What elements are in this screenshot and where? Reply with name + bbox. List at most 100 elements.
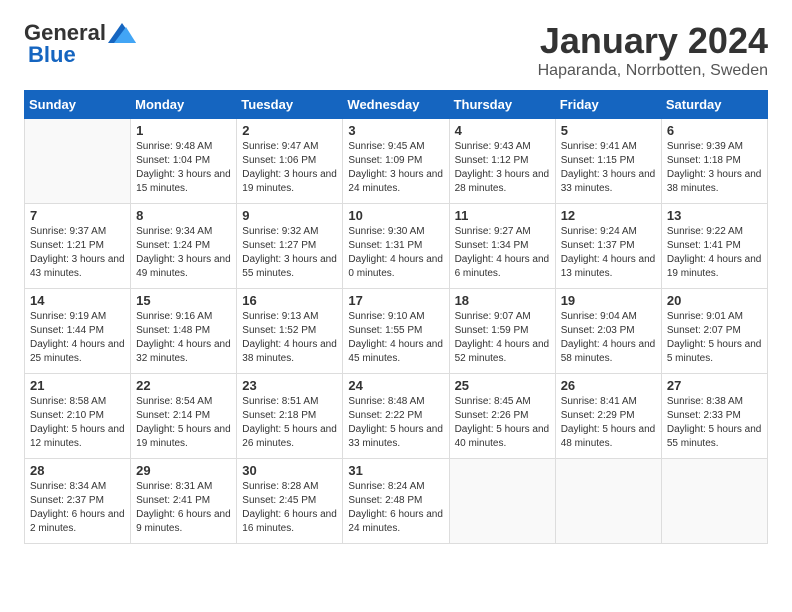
day-info: Sunrise: 9:37 AMSunset: 1:21 PMDaylight:… bbox=[30, 225, 125, 281]
day-info: Sunrise: 9:24 AMSunset: 1:37 PMDaylight:… bbox=[561, 225, 656, 281]
day-number: 10 bbox=[348, 208, 443, 223]
day-info: Sunrise: 8:28 AMSunset: 2:45 PMDaylight:… bbox=[242, 480, 337, 536]
calendar-cell: 15 Sunrise: 9:16 AMSunset: 1:48 PMDayligh… bbox=[131, 289, 237, 374]
calendar-week-row: 1 Sunrise: 9:48 AMSunset: 1:04 PMDaylight… bbox=[25, 119, 768, 204]
day-number: 29 bbox=[136, 463, 231, 478]
day-number: 17 bbox=[348, 293, 443, 308]
calendar-cell: 14 Sunrise: 9:19 AMSunset: 1:44 PMDayligh… bbox=[25, 289, 131, 374]
calendar-cell: 2 Sunrise: 9:47 AMSunset: 1:06 PMDaylight… bbox=[237, 119, 343, 204]
calendar-cell: 13 Sunrise: 9:22 AMSunset: 1:41 PMDayligh… bbox=[661, 204, 767, 289]
calendar-cell bbox=[449, 459, 555, 544]
header: General Blue January 2024 Haparanda, Nor… bbox=[24, 20, 768, 80]
day-info: Sunrise: 9:19 AMSunset: 1:44 PMDaylight:… bbox=[30, 310, 125, 366]
day-info: Sunrise: 9:04 AMSunset: 2:03 PMDaylight:… bbox=[561, 310, 656, 366]
title-area: January 2024 Haparanda, Norrbotten, Swed… bbox=[538, 20, 768, 80]
day-info: Sunrise: 9:34 AMSunset: 1:24 PMDaylight:… bbox=[136, 225, 231, 281]
calendar-cell: 18 Sunrise: 9:07 AMSunset: 1:59 PMDayligh… bbox=[449, 289, 555, 374]
day-info: Sunrise: 8:48 AMSunset: 2:22 PMDaylight:… bbox=[348, 395, 443, 451]
day-info: Sunrise: 9:48 AMSunset: 1:04 PMDaylight:… bbox=[136, 140, 231, 196]
calendar-cell: 23 Sunrise: 8:51 AMSunset: 2:18 PMDayligh… bbox=[237, 374, 343, 459]
calendar-cell bbox=[25, 119, 131, 204]
day-number: 27 bbox=[667, 378, 762, 393]
calendar-cell: 28Sunrise: 8:34 AMSunset: 2:37 PMDayligh… bbox=[25, 459, 131, 544]
day-number: 30 bbox=[242, 463, 337, 478]
day-number: 25 bbox=[455, 378, 550, 393]
day-info: Sunrise: 9:10 AMSunset: 1:55 PMDaylight:… bbox=[348, 310, 443, 366]
day-info: Sunrise: 8:41 AMSunset: 2:29 PMDaylight:… bbox=[561, 395, 656, 451]
day-info: Sunrise: 8:54 AMSunset: 2:14 PMDaylight:… bbox=[136, 395, 231, 451]
day-info: Sunrise: 8:34 AMSunset: 2:37 PMDaylight:… bbox=[30, 480, 125, 536]
calendar-cell: 20Sunrise: 9:01 AMSunset: 2:07 PMDayligh… bbox=[661, 289, 767, 374]
calendar-week-row: 28Sunrise: 8:34 AMSunset: 2:37 PMDayligh… bbox=[25, 459, 768, 544]
day-info: Sunrise: 9:41 AMSunset: 1:15 PMDaylight:… bbox=[561, 140, 656, 196]
location-title: Haparanda, Norrbotten, Sweden bbox=[538, 62, 768, 80]
day-info: Sunrise: 9:30 AMSunset: 1:31 PMDaylight:… bbox=[348, 225, 443, 281]
day-number: 19 bbox=[561, 293, 656, 308]
calendar-cell: 31 Sunrise: 8:24 AMSunset: 2:48 PMDayligh… bbox=[343, 459, 449, 544]
day-number: 12 bbox=[561, 208, 656, 223]
day-number: 9 bbox=[242, 208, 337, 223]
calendar-cell: 21 Sunrise: 8:58 AMSunset: 2:10 PMDayligh… bbox=[25, 374, 131, 459]
day-info: Sunrise: 9:32 AMSunset: 1:27 PMDaylight:… bbox=[242, 225, 337, 281]
calendar-cell bbox=[555, 459, 661, 544]
day-number: 2 bbox=[242, 123, 337, 138]
day-number: 14 bbox=[30, 293, 125, 308]
day-info: Sunrise: 9:16 AMSunset: 1:48 PMDaylight:… bbox=[136, 310, 231, 366]
day-info: Sunrise: 8:38 AMSunset: 2:33 PMDaylight:… bbox=[667, 395, 762, 451]
calendar-cell: 12 Sunrise: 9:24 AMSunset: 1:37 PMDayligh… bbox=[555, 204, 661, 289]
logo-blue-text: Blue bbox=[28, 42, 76, 68]
calendar-cell: 27 Sunrise: 8:38 AMSunset: 2:33 PMDayligh… bbox=[661, 374, 767, 459]
day-info: Sunrise: 9:07 AMSunset: 1:59 PMDaylight:… bbox=[455, 310, 550, 366]
calendar-cell: 5 Sunrise: 9:41 AMSunset: 1:15 PMDaylight… bbox=[555, 119, 661, 204]
day-number: 23 bbox=[242, 378, 337, 393]
calendar-cell: 10 Sunrise: 9:30 AMSunset: 1:31 PMDayligh… bbox=[343, 204, 449, 289]
weekday-header-row: SundayMondayTuesdayWednesdayThursdayFrid… bbox=[25, 91, 768, 119]
day-info: Sunrise: 8:58 AMSunset: 2:10 PMDaylight:… bbox=[30, 395, 125, 451]
day-info: Sunrise: 9:47 AMSunset: 1:06 PMDaylight:… bbox=[242, 140, 337, 196]
day-number: 21 bbox=[30, 378, 125, 393]
day-info: Sunrise: 9:22 AMSunset: 1:41 PMDaylight:… bbox=[667, 225, 762, 281]
calendar-cell: 16 Sunrise: 9:13 AMSunset: 1:52 PMDayligh… bbox=[237, 289, 343, 374]
day-number: 31 bbox=[348, 463, 443, 478]
weekday-header-sunday: Sunday bbox=[25, 91, 131, 119]
day-number: 16 bbox=[242, 293, 337, 308]
calendar-cell: 7Sunrise: 9:37 AMSunset: 1:21 PMDaylight… bbox=[25, 204, 131, 289]
calendar-cell: 26 Sunrise: 8:41 AMSunset: 2:29 PMDayligh… bbox=[555, 374, 661, 459]
calendar-cell: 17 Sunrise: 9:10 AMSunset: 1:55 PMDayligh… bbox=[343, 289, 449, 374]
calendar-cell: 22 Sunrise: 8:54 AMSunset: 2:14 PMDayligh… bbox=[131, 374, 237, 459]
day-number: 11 bbox=[455, 208, 550, 223]
calendar-cell: 29 Sunrise: 8:31 AMSunset: 2:41 PMDayligh… bbox=[131, 459, 237, 544]
calendar-cell bbox=[661, 459, 767, 544]
day-info: Sunrise: 9:01 AMSunset: 2:07 PMDaylight:… bbox=[667, 310, 762, 366]
day-number: 18 bbox=[455, 293, 550, 308]
day-info: Sunrise: 8:51 AMSunset: 2:18 PMDaylight:… bbox=[242, 395, 337, 451]
weekday-header-thursday: Thursday bbox=[449, 91, 555, 119]
day-info: Sunrise: 9:39 AMSunset: 1:18 PMDaylight:… bbox=[667, 140, 762, 196]
day-info: Sunrise: 9:13 AMSunset: 1:52 PMDaylight:… bbox=[242, 310, 337, 366]
logo: General Blue bbox=[24, 20, 136, 68]
day-number: 15 bbox=[136, 293, 231, 308]
calendar-cell: 30 Sunrise: 8:28 AMSunset: 2:45 PMDayligh… bbox=[237, 459, 343, 544]
calendar-cell: 3 Sunrise: 9:45 AMSunset: 1:09 PMDaylight… bbox=[343, 119, 449, 204]
day-info: Sunrise: 8:31 AMSunset: 2:41 PMDaylight:… bbox=[136, 480, 231, 536]
day-number: 5 bbox=[561, 123, 656, 138]
month-title: January 2024 bbox=[538, 20, 768, 62]
day-info: Sunrise: 9:27 AMSunset: 1:34 PMDaylight:… bbox=[455, 225, 550, 281]
day-info: Sunrise: 8:24 AMSunset: 2:48 PMDaylight:… bbox=[348, 480, 443, 536]
day-number: 26 bbox=[561, 378, 656, 393]
calendar: SundayMondayTuesdayWednesdayThursdayFrid… bbox=[24, 90, 768, 544]
calendar-cell: 1 Sunrise: 9:48 AMSunset: 1:04 PMDaylight… bbox=[131, 119, 237, 204]
calendar-week-row: 7Sunrise: 9:37 AMSunset: 1:21 PMDaylight… bbox=[25, 204, 768, 289]
day-info: Sunrise: 8:45 AMSunset: 2:26 PMDaylight:… bbox=[455, 395, 550, 451]
day-number: 24 bbox=[348, 378, 443, 393]
calendar-cell: 4Sunrise: 9:43 AMSunset: 1:12 PMDaylight… bbox=[449, 119, 555, 204]
day-number: 3 bbox=[348, 123, 443, 138]
weekday-header-monday: Monday bbox=[131, 91, 237, 119]
day-number: 22 bbox=[136, 378, 231, 393]
calendar-cell: 11 Sunrise: 9:27 AMSunset: 1:34 PMDayligh… bbox=[449, 204, 555, 289]
day-number: 1 bbox=[136, 123, 231, 138]
weekday-header-saturday: Saturday bbox=[661, 91, 767, 119]
day-number: 13 bbox=[667, 208, 762, 223]
weekday-header-tuesday: Tuesday bbox=[237, 91, 343, 119]
day-info: Sunrise: 9:45 AMSunset: 1:09 PMDaylight:… bbox=[348, 140, 443, 196]
